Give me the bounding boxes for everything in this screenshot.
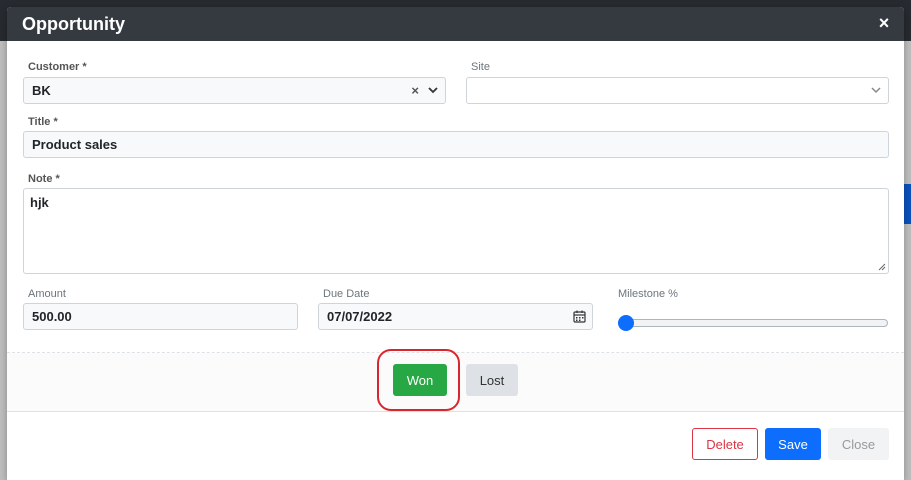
title-input[interactable]: Product sales (23, 131, 889, 158)
close-button[interactable]: Close (828, 428, 889, 460)
site-label: Site (471, 61, 490, 73)
modal-header: Opportunity × (7, 7, 904, 41)
lost-button[interactable]: Lost (466, 364, 518, 396)
close-icon[interactable]: × (874, 13, 894, 33)
milestone-slider-track[interactable] (618, 319, 888, 327)
due-date-value: 07/07/2022 (327, 309, 393, 324)
clear-icon[interactable]: × (411, 78, 419, 103)
note-textarea[interactable]: hjk (23, 188, 889, 274)
save-button[interactable]: Save (765, 428, 821, 460)
customer-label: Customer * (28, 61, 87, 73)
amount-label: Amount (28, 288, 66, 300)
divider (7, 411, 904, 412)
modal-title: Opportunity (22, 14, 125, 34)
note-value: hjk (30, 195, 49, 210)
calendar-icon[interactable] (573, 310, 586, 323)
resize-grip-icon[interactable] (878, 263, 886, 271)
customer-select[interactable]: BK × (23, 77, 446, 104)
due-date-input[interactable]: 07/07/2022 (318, 303, 593, 330)
customer-value: BK (32, 83, 51, 98)
due-date-label: Due Date (323, 288, 370, 300)
title-value: Product sales (32, 137, 118, 152)
title-label: Title * (28, 116, 58, 128)
chevron-down-icon[interactable] (871, 85, 881, 95)
milestone-slider-thumb[interactable] (618, 315, 634, 331)
note-label: Note * (28, 173, 60, 185)
chevron-down-icon[interactable] (428, 85, 438, 95)
amount-input[interactable]: 500.00 (23, 303, 298, 330)
site-select[interactable] (466, 77, 889, 104)
opportunity-modal: Opportunity × Customer * BK × Site Title… (7, 7, 904, 480)
amount-value: 500.00 (32, 309, 72, 324)
highlight-annotation (377, 349, 460, 411)
milestone-label: Milestone % (618, 288, 678, 300)
delete-button[interactable]: Delete (692, 428, 758, 460)
